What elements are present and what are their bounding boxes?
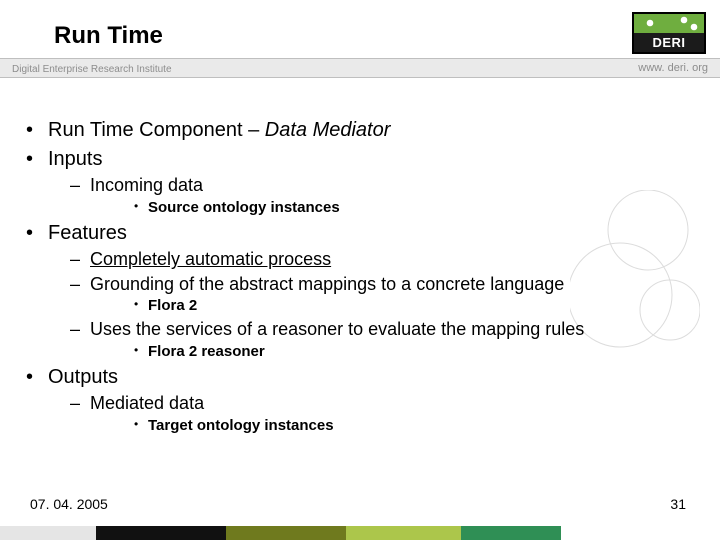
bullet-reasoner: Uses the services of a reasoner to evalu… — [48, 318, 700, 361]
bullet-inputs: Inputs Incoming data Source ontology ins… — [22, 147, 700, 217]
bullet-grounding: Grounding of the abstract mappings to a … — [48, 273, 700, 316]
bottom-stripe — [0, 526, 720, 540]
institute-caption: Digital Enterprise Research Institute — [12, 59, 172, 79]
bullet-text: Incoming data — [90, 175, 203, 195]
bullet-text: Grounding of the abstract mappings to a … — [90, 274, 564, 294]
bullet-automatic-process: Completely automatic process — [48, 248, 700, 271]
bullet-text: Completely automatic process — [90, 249, 331, 269]
bullet-incoming-data: Incoming data Source ontology instances — [48, 174, 700, 217]
slide: Run Time DERI Digital Enterprise Researc… — [0, 0, 720, 540]
bullet-outputs: Outputs Mediated data Target ontology in… — [22, 365, 700, 435]
logo-text: DERI — [652, 35, 685, 50]
bullet-mediated-data: Mediated data Target ontology instances — [48, 392, 700, 435]
bullet-source-ontology: Source ontology instances — [90, 199, 700, 218]
bullet-text-italic: Data Mediator — [265, 119, 391, 141]
deri-logo: DERI — [632, 12, 706, 54]
footer-date: 07. 04. 2005 — [30, 496, 108, 512]
bullet-target-ontology: Target ontology instances — [90, 417, 700, 436]
bullet-run-time-component: Run Time Component – Data Mediator — [22, 118, 700, 143]
bullet-flora2-reasoner: Flora 2 reasoner — [90, 343, 700, 362]
bullet-text: Inputs — [48, 148, 102, 170]
site-url: www. deri. org — [638, 62, 708, 74]
bullet-text: Features — [48, 222, 127, 244]
bullet-text: Target ontology instances — [148, 417, 334, 434]
bullet-text: Flora 2 reasoner — [148, 343, 265, 360]
title-area: Run Time — [54, 22, 163, 50]
bullet-text: Mediated data — [90, 393, 204, 413]
content-area: Run Time Component – Data Mediator Input… — [22, 118, 700, 440]
bullet-text: Uses the services of a reasoner to evalu… — [90, 319, 584, 339]
bullet-text: Flora 2 — [148, 297, 197, 314]
institute-name: Digital Enterprise Research Institute — [12, 64, 172, 75]
bullet-flora2: Flora 2 — [90, 297, 700, 316]
header-band: Digital Enterprise Research Institute ww… — [0, 58, 720, 78]
bullet-text: Run Time Component – — [48, 119, 265, 141]
bullet-features: Features Completely automatic process Gr… — [22, 221, 700, 361]
page-number: 31 — [670, 496, 686, 512]
bullet-text: Outputs — [48, 366, 118, 388]
bullet-text: Source ontology instances — [148, 199, 340, 216]
slide-title: Run Time — [54, 22, 163, 50]
